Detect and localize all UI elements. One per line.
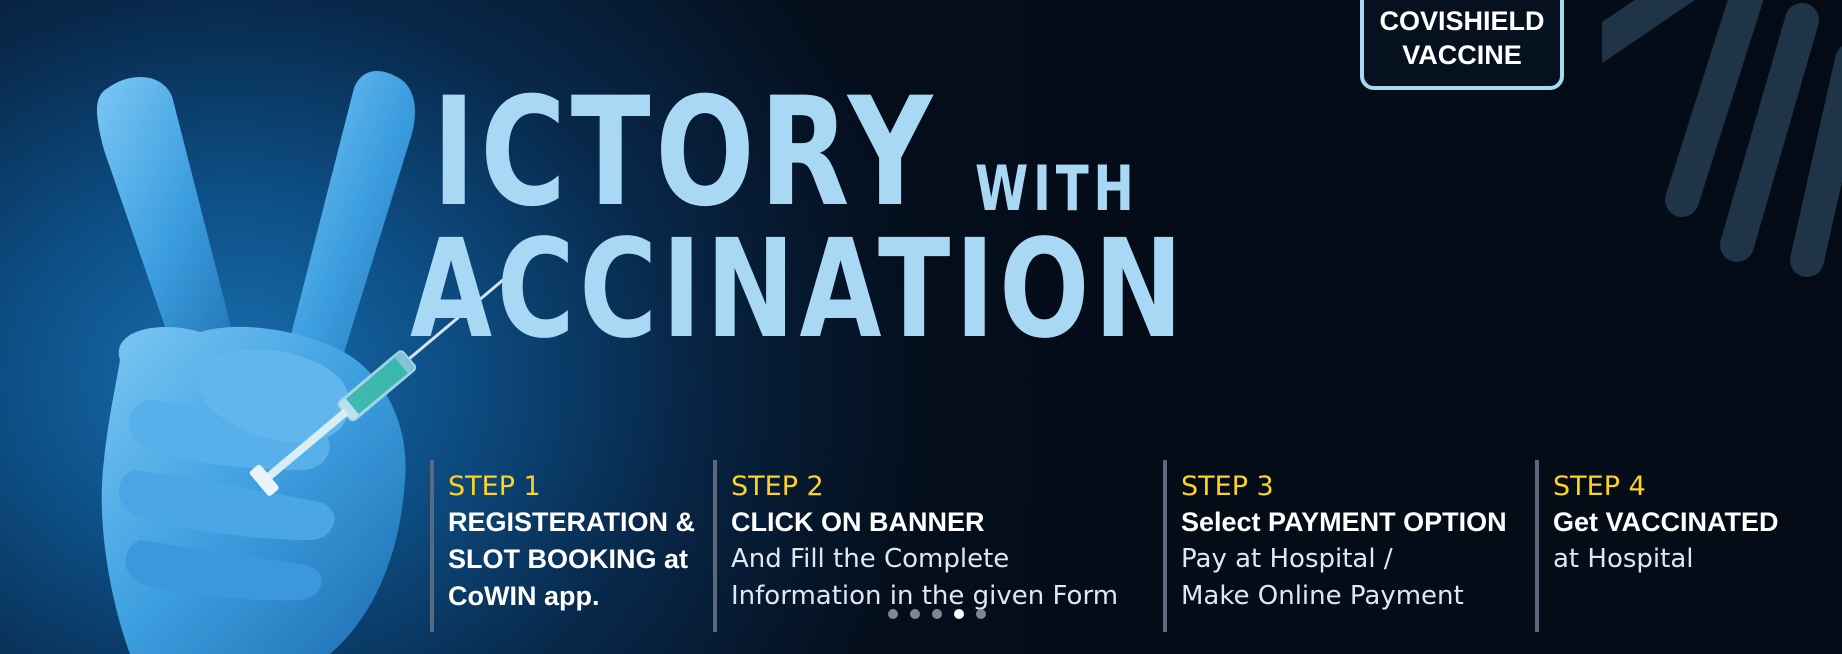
step-2-title: STEP 2	[731, 471, 824, 502]
diagonal-stripes-decoration	[1602, 0, 1842, 277]
step-4-text-line-1: at Hospital	[1553, 544, 1694, 574]
badge-line-1: COVISHIELD	[1379, 6, 1545, 36]
step-4-bold-line-1: Get VACCINATED	[1553, 507, 1779, 537]
step-3-text-line-1: Pay at Hospital /	[1181, 544, 1393, 574]
step-2: STEP 2 CLICK ON BANNER And Fill the Comp…	[713, 460, 1118, 632]
step-1-bold-line-3: CoWIN app.	[448, 581, 600, 611]
carousel-dot-3[interactable]	[932, 609, 942, 619]
step-2-bold-line-1: CLICK ON BANNER	[731, 507, 985, 537]
step-3-bold-line-1: Select PAYMENT OPTION	[1181, 507, 1507, 537]
stripe-3	[1720, 3, 1819, 262]
step-1-title: STEP 1	[448, 471, 541, 502]
carousel-dot-5[interactable]	[976, 609, 986, 619]
step-1: STEP 1 REGISTERATION & SLOT BOOKING at C…	[430, 460, 695, 632]
carousel-dot-4[interactable]	[954, 609, 964, 619]
headline-victory: ICTORY	[432, 66, 938, 240]
step-1-bold-line-1: REGISTERATION &	[448, 507, 696, 537]
step-3-title: STEP 3	[1181, 471, 1274, 502]
carousel-dot-1[interactable]	[888, 609, 898, 619]
badge-line-2: VACCINE	[1402, 40, 1522, 70]
vaccination-banner[interactable]: ICTORY WITH ACCINATION COVISHIELD VACCIN…	[0, 0, 1842, 654]
step-3-text-line-2: Make Online Payment	[1181, 581, 1464, 611]
headline-vaccination: ACCINATION	[410, 211, 1188, 369]
step-3: STEP 3 Select PAYMENT OPTION Pay at Hosp…	[1163, 460, 1507, 632]
stripe-4	[1790, 46, 1842, 277]
stripe-1	[1602, 0, 1695, 64]
step-4-title: STEP 4	[1553, 471, 1646, 502]
step-2-text-line-1: And Fill the Complete	[731, 544, 1010, 574]
carousel-dots	[888, 609, 986, 619]
covishield-vaccine-badge: COVISHIELD VACCINE	[1360, 0, 1564, 90]
step-4: STEP 4 Get VACCINATED at Hospital	[1535, 460, 1779, 632]
carousel-dot-2[interactable]	[910, 609, 920, 619]
step-1-bold-line-2: SLOT BOOKING at	[448, 544, 689, 574]
